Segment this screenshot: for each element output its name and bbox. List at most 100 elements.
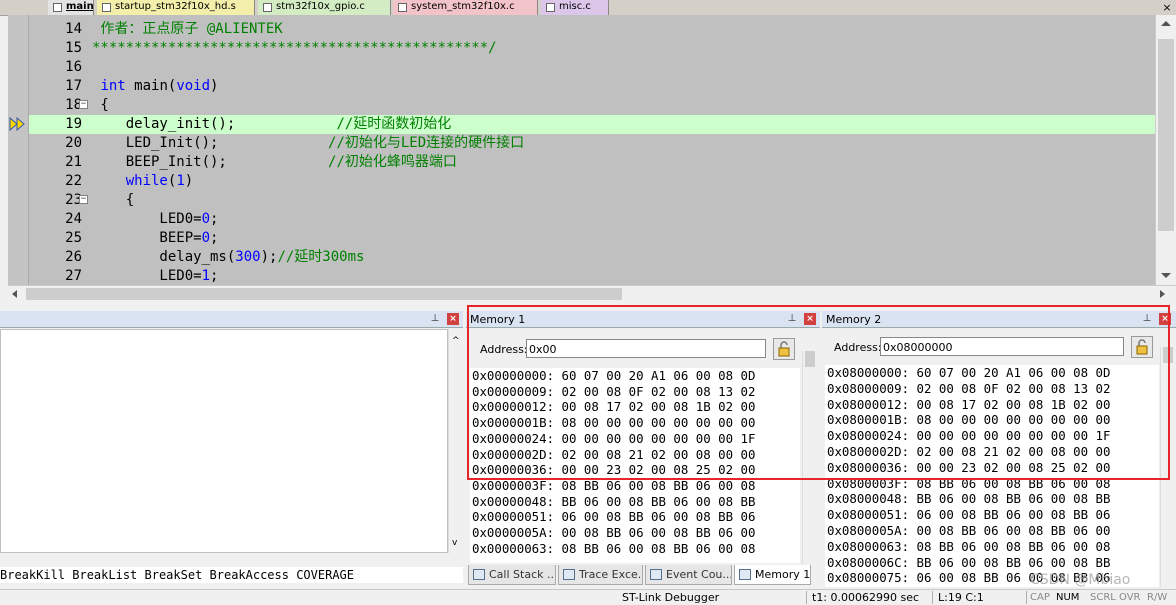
line-number: 14 (65, 21, 82, 37)
bottom-tab-3[interactable]: Memory 1 (734, 565, 811, 585)
tab-label: system_stm32f10x.c (411, 1, 515, 12)
memory-row[interactable]: 0x00000051: 06 00 08 BB 06 00 08 BB 06 (472, 509, 755, 525)
code-token: BEEP_Init(); (92, 154, 329, 170)
code-token: BEEP= (92, 230, 202, 246)
status-bar: ST-Link Debugger t1: 0.00062990 sec L:19… (0, 589, 1176, 605)
close-icon[interactable]: × (447, 313, 459, 325)
code-token: ); (260, 249, 278, 265)
code-number: 1 (201, 268, 211, 284)
line-number: 27 (65, 268, 82, 284)
bottom-tab-0[interactable]: Call Stack ... (468, 565, 556, 585)
command-input-line[interactable]: BreakKill BreakList BreakSet BreakAccess… (0, 567, 463, 583)
file-icon (102, 3, 111, 12)
tab-4[interactable]: misc.c (541, 0, 609, 15)
tab-1[interactable]: startup_stm32f10x_hd.s (97, 0, 255, 15)
memory-row[interactable]: 0x0800005A: 00 08 BB 06 00 08 BB 06 00 (827, 523, 1110, 539)
code-number: 0 (201, 230, 211, 246)
code-token: ; (210, 211, 219, 227)
scroll-thumb[interactable] (26, 288, 622, 300)
code-token: ; (210, 268, 219, 284)
status-debugger: ST-Link Debugger (622, 591, 720, 604)
command-vertical-scrollbar[interactable]: ^ v (448, 329, 463, 553)
code-text: LED0=1; (92, 267, 218, 285)
code-text: LED0=0; (92, 210, 218, 229)
memory-row[interactable]: 0x08000051: 06 00 08 BB 06 00 08 BB 06 (827, 507, 1110, 523)
line-number: 20 (65, 135, 82, 151)
code-line[interactable]: 24 LED0=0; (8, 210, 1155, 229)
memory-row[interactable]: 0x08000063: 08 BB 06 00 08 BB 06 00 08 (827, 539, 1110, 555)
tab-3[interactable]: system_stm32f10x.c (393, 0, 538, 15)
memory-row[interactable]: 0x0800006C: BB 06 00 08 BB 06 00 08 BB (827, 555, 1110, 571)
code-text: while(1) (92, 172, 193, 191)
memory-row[interactable]: 0x0000005A: 00 08 BB 06 00 08 BB 06 00 (472, 525, 755, 541)
file-icon (398, 3, 407, 12)
code-line[interactable]: 20 LED_Init(); //初始化与LED连接的硬件接口 (8, 134, 1155, 153)
code-token: ; (210, 230, 219, 246)
tab-0[interactable]: main.c (48, 0, 94, 15)
code-token: delay_ms( (92, 249, 236, 265)
code-line[interactable]: 26 delay_ms(300);//延时300ms (8, 248, 1155, 267)
fold-toggle-icon[interactable]: − (79, 100, 88, 109)
code-line[interactable]: 27 LED0=1; (8, 267, 1155, 285)
code-keyword: void (176, 78, 211, 94)
scroll-right-arrow-icon[interactable] (1160, 290, 1165, 298)
code-line[interactable]: 17 int main(void) (8, 77, 1155, 96)
status-cap: CAP (1030, 592, 1050, 603)
code-number: 1 (176, 173, 185, 189)
scroll-left-arrow-icon[interactable] (12, 290, 17, 298)
editor-vertical-scrollbar[interactable] (1155, 15, 1176, 285)
code-line[interactable]: 21 BEEP_Init(); //初始化蜂鸣器端口 (8, 153, 1155, 172)
scroll-thumb[interactable] (1158, 39, 1174, 231)
highlight-annotation-box (467, 305, 1170, 480)
memory-row[interactable]: 0x0000003F: 08 BB 06 00 08 BB 06 00 08 (472, 478, 755, 494)
memory-row[interactable]: 0x08000048: BB 06 00 08 BB 06 00 08 BB (827, 491, 1110, 507)
bottom-tab-1[interactable]: Trace Exce... (558, 565, 643, 585)
bottom-tab-label: Event Cou... (666, 568, 732, 581)
scroll-up-arrow-icon[interactable]: ^ (452, 337, 460, 346)
event-counters-icon (650, 569, 662, 580)
line-number: 19 (65, 116, 82, 132)
breakpoint-gutter[interactable] (8, 15, 29, 285)
bottom-tab-label: Call Stack ... (489, 568, 556, 581)
code-editor[interactable]: 14 作者：正点原子 @ALIENTEK 15 ******************… (8, 15, 1155, 285)
tab-close-icon[interactable]: × (1160, 0, 1174, 15)
line-number: 16 (65, 59, 82, 75)
memory-row[interactable]: 0x00000048: BB 06 00 08 BB 06 00 08 BB (472, 494, 755, 510)
editor-horizontal-scrollbar[interactable] (8, 285, 1176, 303)
code-line[interactable]: 14 作者：正点原子 @ALIENTEK (8, 20, 1155, 39)
line-number: 21 (65, 154, 82, 170)
scroll-down-arrow-icon[interactable] (1161, 273, 1171, 278)
line-number: 26 (65, 249, 82, 265)
status-position: L:19 C:1 (938, 591, 984, 604)
code-line[interactable]: 16 (8, 58, 1155, 77)
code-token: { (92, 97, 109, 113)
bottom-tab-2[interactable]: Event Cou... (645, 565, 732, 585)
scroll-down-arrow-icon[interactable]: v (452, 539, 457, 548)
status-ovr: OVR (1119, 592, 1141, 603)
fold-toggle-icon[interactable]: − (79, 195, 88, 204)
command-output[interactable] (0, 329, 448, 553)
code-token: main( (125, 78, 177, 94)
current-code-line[interactable]: 19 delay_init(); //延时函数初始化 (8, 115, 1155, 134)
code-text: delay_init(); //延时函数初始化 (92, 115, 452, 134)
status-separator (1026, 591, 1027, 604)
code-keyword: int (100, 78, 126, 94)
code-line[interactable]: 23− { (8, 191, 1155, 210)
code-line[interactable]: 22 while(1) (8, 172, 1155, 191)
line-number: 24 (65, 211, 82, 227)
scroll-up-arrow-icon[interactable] (1161, 21, 1171, 26)
command-pane-header (0, 311, 463, 328)
code-number: 0 (201, 211, 211, 227)
tab-scroll-left[interactable] (0, 0, 12, 15)
pin-icon[interactable]: ⊥ (429, 313, 441, 325)
tab-2[interactable]: stm32f10x_gpio.c (258, 0, 391, 15)
code-line[interactable]: 25 BEEP=0; (8, 229, 1155, 248)
code-line[interactable]: 15 **************************************… (8, 39, 1155, 58)
code-token: LED0= (92, 268, 202, 284)
code-comment: 作者：正点原子 @ALIENTEK (92, 21, 283, 37)
code-line[interactable]: 18− { (8, 96, 1155, 115)
tab-label: main.c (66, 1, 94, 12)
status-scrl: SCRL (1090, 592, 1116, 603)
memory-row[interactable]: 0x00000063: 08 BB 06 00 08 BB 06 00 08 (472, 541, 755, 557)
